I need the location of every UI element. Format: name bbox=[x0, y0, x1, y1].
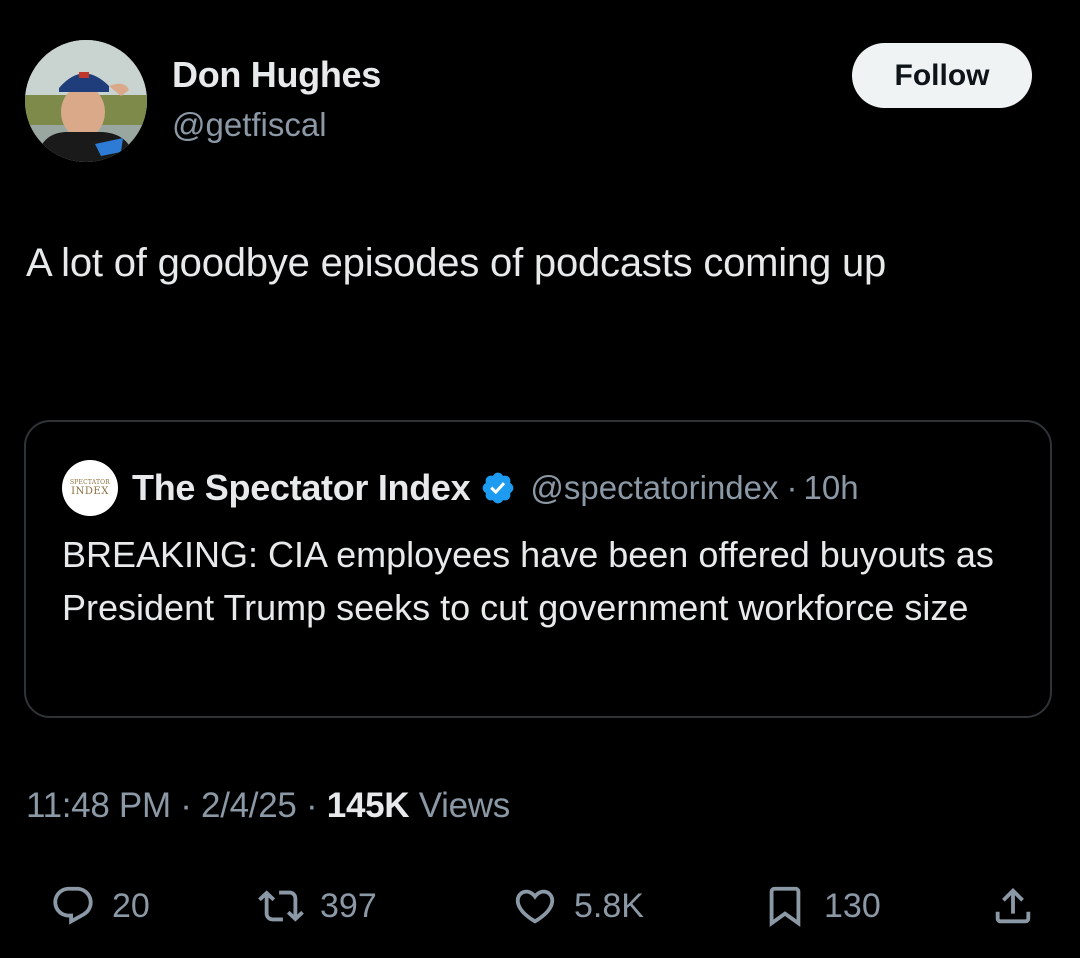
verified-badge-icon bbox=[480, 470, 516, 506]
author-handle[interactable]: @getfiscal bbox=[172, 106, 327, 144]
heart-icon bbox=[512, 883, 558, 929]
quoted-tweet-card[interactable]: SPECTATOR INDEX The Spectator Index @spe… bbox=[24, 420, 1052, 718]
quoted-tweet-header: SPECTATOR INDEX The Spectator Index @spe… bbox=[62, 460, 859, 516]
like-count: 5.8K bbox=[574, 886, 644, 925]
share-button[interactable] bbox=[990, 878, 1036, 934]
repost-button[interactable]: 397 bbox=[258, 878, 377, 934]
share-icon bbox=[990, 883, 1036, 929]
views-label: Views bbox=[418, 786, 511, 825]
quoted-avatar-logo-bottom: INDEX bbox=[71, 486, 109, 497]
bookmark-count: 130 bbox=[824, 886, 881, 925]
repost-icon bbox=[258, 883, 304, 929]
author-avatar[interactable] bbox=[25, 40, 147, 162]
quoted-author-handle[interactable]: @spectatorindex bbox=[530, 469, 778, 507]
bookmark-icon bbox=[762, 883, 808, 929]
bookmark-button[interactable]: 130 bbox=[762, 878, 881, 934]
follow-button[interactable]: Follow bbox=[852, 43, 1032, 108]
meta-separator: · bbox=[180, 786, 192, 825]
like-button[interactable]: 5.8K bbox=[512, 878, 644, 934]
quoted-avatar-logo-top: SPECTATOR bbox=[69, 479, 111, 486]
tweet-metadata: 11:48 PM · 2/4/25 · 145K Views bbox=[26, 786, 510, 826]
reply-button[interactable]: 20 bbox=[50, 878, 150, 934]
reply-icon bbox=[50, 883, 96, 929]
quoted-author-avatar[interactable]: SPECTATOR INDEX bbox=[62, 460, 118, 516]
quoted-separator: · bbox=[786, 469, 798, 506]
author-display-name[interactable]: Don Hughes bbox=[172, 54, 381, 96]
reply-count: 20 bbox=[112, 886, 150, 925]
tweet-text: A lot of goodbye episodes of podcasts co… bbox=[26, 241, 887, 285]
repost-count: 397 bbox=[320, 886, 377, 925]
tweet-date[interactable]: 2/4/25 bbox=[201, 786, 297, 825]
meta-separator: · bbox=[306, 786, 318, 825]
quoted-author-display-name[interactable]: The Spectator Index bbox=[132, 467, 471, 509]
quoted-tweet-text: BREAKING: CIA employees have been offere… bbox=[62, 534, 994, 628]
tweet-time[interactable]: 11:48 PM bbox=[26, 786, 171, 825]
quoted-timestamp[interactable]: 10h bbox=[804, 469, 859, 507]
views-count: 145K bbox=[326, 786, 410, 825]
